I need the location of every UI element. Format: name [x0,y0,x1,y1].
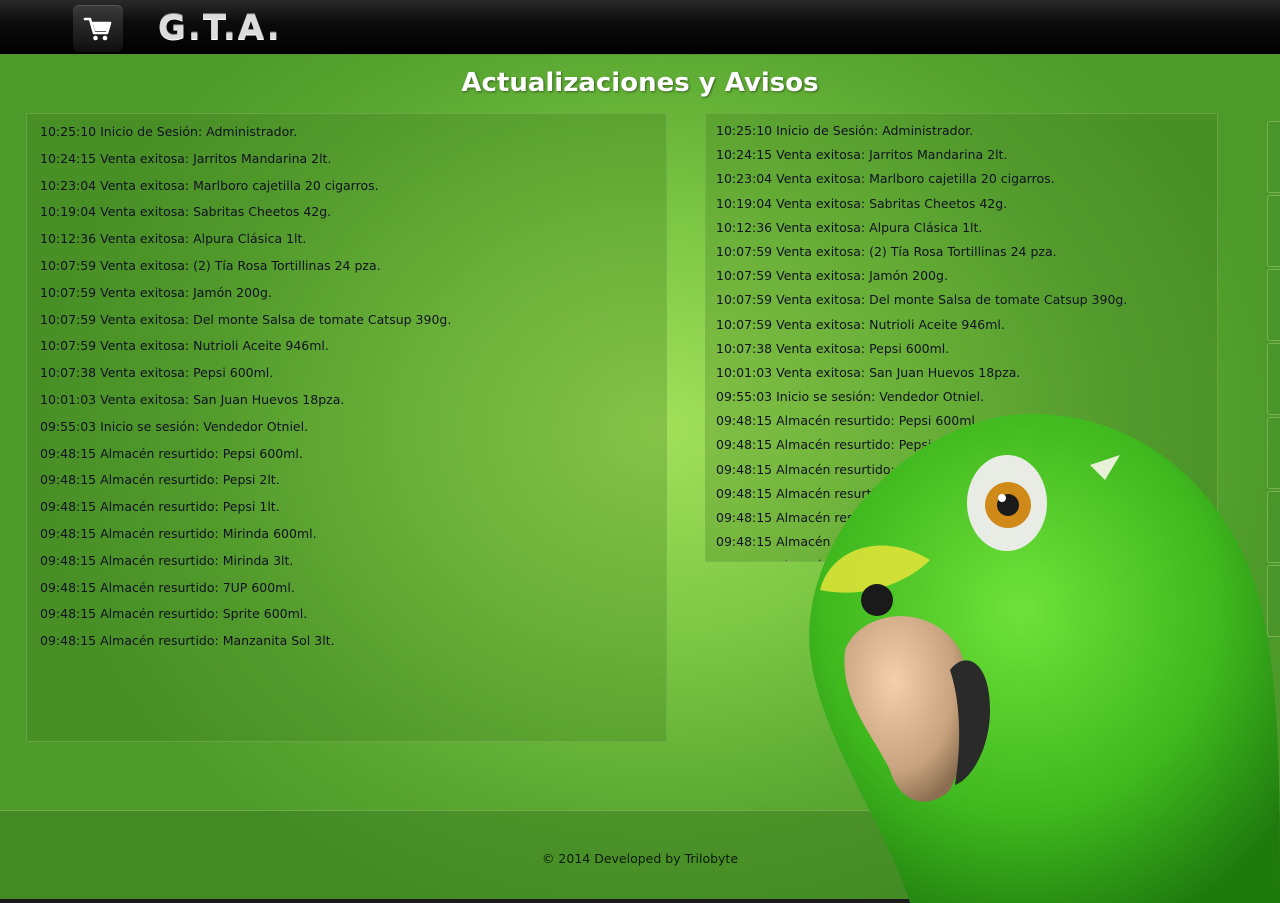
log-entry: 10:01:03 Venta exitosa: San Juan Huevos … [716,364,1021,380]
footer: © 2014 Developed by Trilobyte [0,810,1280,900]
log-entry: 10:07:59 Venta exitosa: (2) Tía Rosa Tor… [716,243,1057,259]
footer-credit: © 2014 Developed by Trilobyte [541,851,739,866]
log-entry: 09:48:15 Almacén resurtido: Pepsi 2lt. [716,437,956,453]
page-title: Actualizaciones y Avisos [461,68,819,98]
log-entry: 10:19:04 Venta exitosa: Sabritas Cheetos… [40,204,332,220]
log-entry: 09:48:15 Almacén resurtido: Mirinda 600m… [716,485,993,501]
activity-log-panel-right[interactable]: 10:25:10 Inicio de Sesión: Administrador… [705,113,1218,562]
log-entry: 10:07:59 Venta exitosa: Nutrioli Aceite … [40,338,329,354]
log-entry: 09:48:15 Almacén resurtido: 7UP 600ml. [716,534,971,550]
log-entry: 09:55:03 Inicio se sesión: Vendedor Otni… [716,389,985,405]
log-entry: 10:23:04 Venta exitosa: Marlboro cajetil… [40,177,379,193]
side-tab[interactable] [1267,565,1280,637]
top-navbar: G.T.A. [0,0,1280,55]
log-entry: 09:48:15 Almacén resurtido: Pepsi 1lt. [716,461,956,477]
log-entry: 10:07:59 Venta exitosa: Nutrioli Aceite … [716,316,1005,332]
shopping-cart-icon [83,17,112,40]
log-entry: 10:24:15 Venta exitosa: Jarritos Mandari… [40,150,332,166]
log-entry: 09:48:15 Almacén resurtido: Mirinda 600m… [40,525,317,541]
log-entry: 10:07:59 Venta exitosa: Jamón 200g. [716,268,948,284]
side-tab[interactable] [1267,269,1280,341]
log-entry: 10:07:59 Venta exitosa: Del monte Salsa … [716,292,1128,308]
log-entry: 09:48:15 Almacén resurtido: Sprite 600ml… [40,606,308,622]
side-tab[interactable] [1267,195,1280,267]
log-entry: 09:48:15 Almacén resurtido: Manzanita So… [40,633,335,649]
brand-logo[interactable]: G.T.A. [158,8,282,48]
log-entry: 09:48:15 Almacén resurtido: Pepsi 2lt. [40,472,280,488]
log-entry: 09:55:03 Inicio se sesión: Vendedor Otni… [40,418,309,434]
log-entry: 10:07:38 Venta exitosa: Pepsi 600ml. [40,365,274,381]
log-entry: 10:25:10 Inicio de Sesión: Administrador… [40,124,298,139]
log-entry: 09:48:15 Almacén resurtido: Mirinda 3lt. [716,510,970,525]
cart-button[interactable] [73,5,123,52]
log-entry: 10:01:03 Venta exitosa: San Juan Huevos … [40,391,345,407]
log-entry: 09:48:15 Almacén resurtido: Mirinda 3lt. [40,552,294,568]
log-entry: 09:48:15 Almacén resurtido: Pepsi 600ml. [40,445,303,461]
log-entry: 10:12:36 Venta exitosa: Alpura Clásica 1… [716,219,983,235]
log-entry: 10:07:59 Venta exitosa: Jamón 200g. [40,284,272,300]
log-entry: 10:23:04 Venta exitosa: Marlboro cajetil… [716,171,1055,187]
log-entry: 09:48:15 Almacén resurtido: Pepsi 1lt. [40,499,280,515]
log-entry: 09:48:15 Almacén resurtido: 7UP 600ml. [40,579,295,595]
log-entry: 10:25:10 Inicio de Sesión: Administrador… [716,123,974,138]
bottom-strip [0,899,1280,903]
log-entry: 10:24:15 Venta exitosa: Jarritos Mandari… [716,147,1008,163]
side-tab[interactable] [1267,491,1280,563]
side-tab[interactable] [1267,121,1280,193]
log-entry: 10:07:59 Venta exitosa: Del monte Salsa … [40,311,452,327]
log-entry: 09:48:15 Almacén resurtido: Sprite 600ml… [716,557,1207,561]
activity-log-panel-left: 10:25:10 Inicio de Sesión: Administrador… [26,113,667,742]
side-tab[interactable] [1267,417,1280,489]
log-entry: 10:19:04 Venta exitosa: Sabritas Cheetos… [716,195,1008,211]
log-entry: 10:07:59 Venta exitosa: (2) Tía Rosa Tor… [40,257,381,273]
log-entry: 10:07:38 Venta exitosa: Pepsi 600ml. [716,340,950,356]
log-entry: 10:12:36 Venta exitosa: Alpura Clásica 1… [40,231,307,247]
log-entry: 09:48:15 Almacén resurtido: Pepsi 600ml. [716,413,979,429]
side-tab[interactable] [1267,343,1280,415]
